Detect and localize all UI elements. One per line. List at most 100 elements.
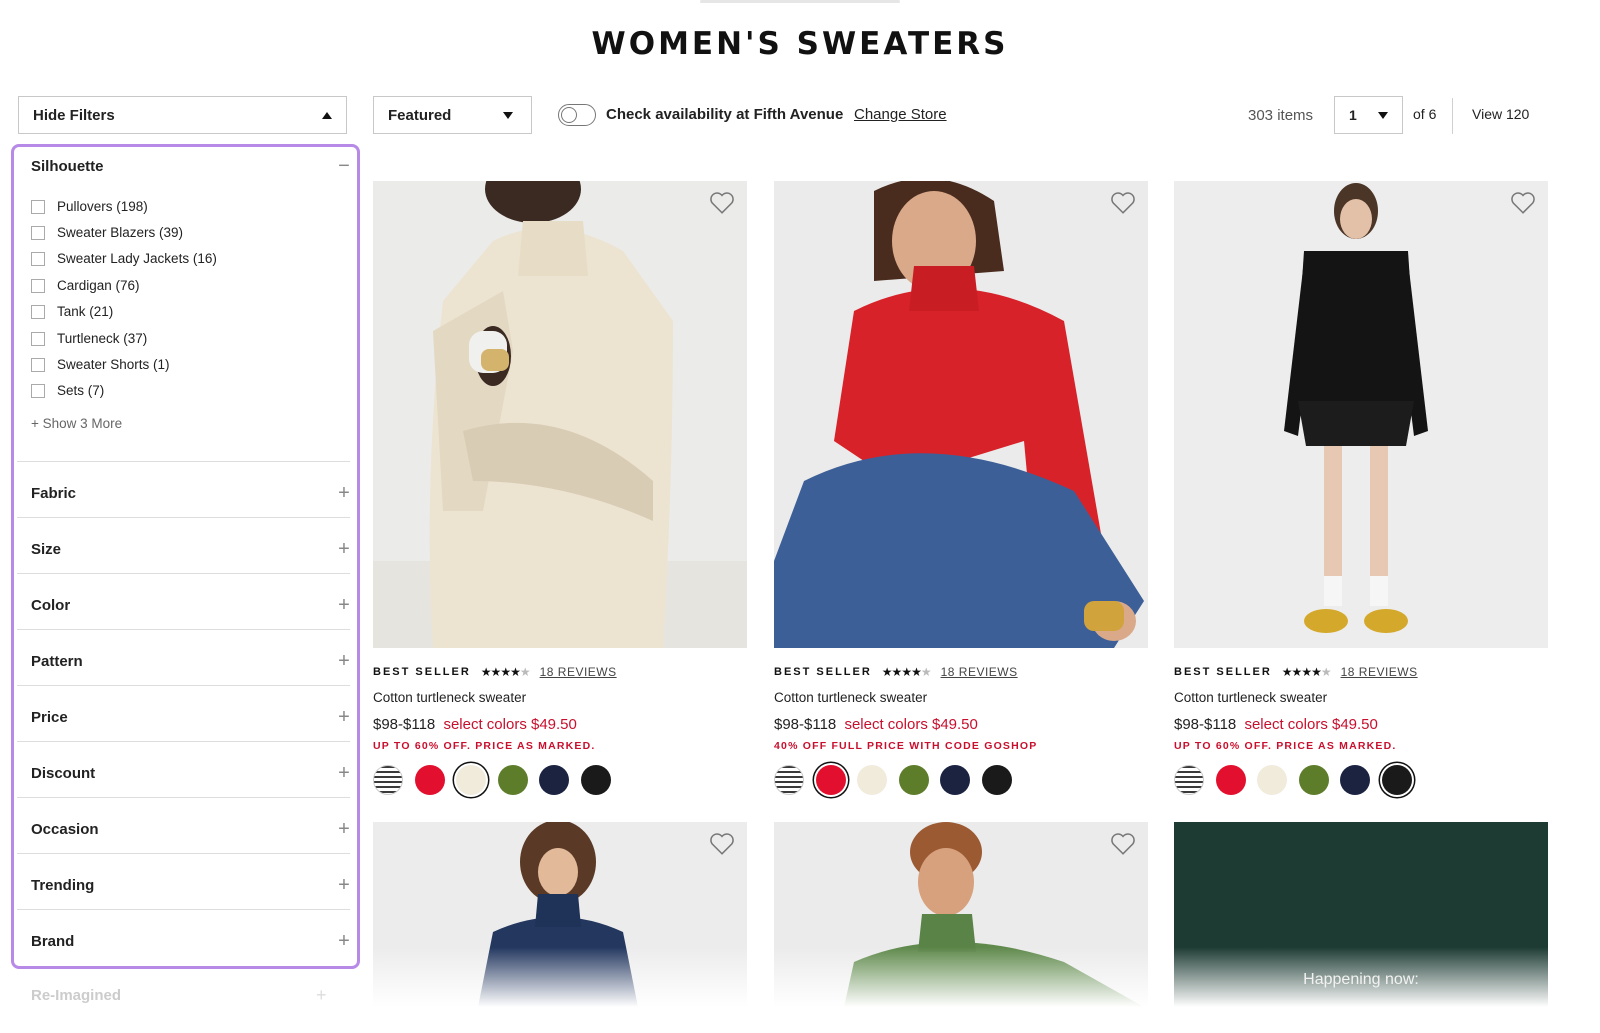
heart-icon[interactable]: [1510, 191, 1536, 215]
checkbox[interactable]: [31, 304, 45, 319]
product-image[interactable]: [373, 822, 747, 1007]
promo-tile[interactable]: Happening now:: [1174, 822, 1548, 1007]
checkbox[interactable]: [31, 225, 45, 240]
best-seller-badge: BEST SELLER: [1174, 666, 1272, 678]
filter-group-label: Color: [31, 596, 71, 614]
sort-select[interactable]: Featured: [373, 96, 532, 134]
best-seller-badge: BEST SELLER: [774, 666, 872, 678]
view-all-link[interactable]: View 120: [1472, 106, 1529, 122]
swatch-ivory[interactable]: [1257, 765, 1287, 795]
price-row: $98-$118 select colors $49.50: [774, 716, 978, 733]
filter-group-occasion[interactable]: Occasion +: [31, 819, 351, 839]
reviews-link[interactable]: 18 REVIEWS: [941, 665, 1018, 679]
swatch-stripe[interactable]: [373, 765, 403, 795]
reviews-link[interactable]: 18 REVIEWS: [540, 665, 617, 679]
product-image[interactable]: [373, 181, 747, 648]
swatch-red[interactable]: [1215, 765, 1246, 795]
filter-divider: [17, 853, 350, 854]
filter-option-sets[interactable]: Sets (7): [31, 383, 104, 398]
product-name[interactable]: Cotton turtleneck sweater: [1174, 690, 1327, 705]
filter-option-sweater-shorts[interactable]: Sweater Shorts (1): [31, 357, 170, 372]
swatch-ivory[interactable]: [456, 765, 486, 795]
reviews-link[interactable]: 18 REVIEWS: [1341, 665, 1418, 679]
availability-label: Check availability at Fifth Avenue: [606, 106, 844, 123]
swatch-red[interactable]: [815, 765, 846, 795]
filter-group-pattern[interactable]: Pattern +: [31, 651, 351, 671]
swatch-stripe[interactable]: [1174, 765, 1204, 795]
checkbox[interactable]: [31, 278, 45, 293]
filter-group-price[interactable]: Price +: [31, 707, 351, 727]
filter-group-fabric[interactable]: Fabric +: [31, 483, 351, 503]
best-seller-badge: BEST SELLER: [373, 666, 471, 678]
filter-group-label: Discount: [31, 764, 96, 782]
swatch-navy[interactable]: [940, 765, 970, 795]
filter-panel: Silhouette − Pullovers (198) Sweater Bla…: [11, 144, 360, 969]
filter-group-discount[interactable]: Discount +: [31, 763, 351, 783]
filter-divider: [17, 629, 350, 630]
checkbox[interactable]: [31, 357, 45, 372]
stars-filled: ★★★★: [881, 665, 922, 679]
toolbar-divider: [1452, 98, 1453, 134]
heart-icon[interactable]: [1110, 832, 1136, 856]
filter-option-sweater-blazers[interactable]: Sweater Blazers (39): [31, 225, 183, 240]
product-name[interactable]: Cotton turtleneck sweater: [373, 690, 526, 705]
filter-divider: [17, 461, 350, 462]
filter-divider: [17, 573, 350, 574]
swatch-red[interactable]: [414, 765, 445, 795]
heart-icon[interactable]: [709, 191, 735, 215]
plus-icon: +: [338, 706, 350, 728]
sale-price: select colors $49.50: [1244, 716, 1378, 733]
filter-group-silhouette[interactable]: Silhouette −: [31, 156, 351, 176]
stars-filled: ★★★★: [480, 665, 521, 679]
filter-option-pullovers[interactable]: Pullovers (198): [31, 199, 148, 214]
price: $98-$118: [373, 716, 436, 733]
plus-icon: +: [338, 650, 350, 672]
swatch-green[interactable]: [497, 765, 528, 795]
caret-down-icon: [503, 111, 513, 119]
show-more-link[interactable]: + Show 3 More: [31, 416, 122, 431]
filter-group-label: Silhouette: [31, 157, 104, 175]
heart-icon[interactable]: [1110, 191, 1136, 215]
checkbox[interactable]: [31, 199, 45, 214]
change-store-link[interactable]: Change Store: [854, 106, 947, 123]
product-name[interactable]: Cotton turtleneck sweater: [774, 690, 927, 705]
filter-group-trending[interactable]: Trending +: [31, 875, 351, 895]
checkbox[interactable]: [31, 383, 45, 398]
items-count: 303 items: [1248, 107, 1314, 124]
plus-icon: +: [338, 874, 350, 896]
store-availability-toggle[interactable]: [558, 104, 596, 126]
filter-option-tank[interactable]: Tank (21): [31, 304, 113, 319]
filter-option-turtleneck[interactable]: Turtleneck (37): [31, 331, 147, 346]
swatch-green[interactable]: [898, 765, 929, 795]
filter-option-lady-jackets[interactable]: Sweater Lady Jackets (16): [31, 251, 217, 266]
filter-group-reimagined[interactable]: Re-Imagined: [31, 987, 121, 1004]
filter-group-color[interactable]: Color +: [31, 595, 351, 615]
star-empty-icon: ★: [519, 665, 531, 679]
swatch-green[interactable]: [1298, 765, 1329, 795]
filter-group-label: Size: [31, 540, 62, 558]
swatch-ivory[interactable]: [857, 765, 887, 795]
swatch-black[interactable]: [580, 765, 611, 795]
promo-text: UP TO 60% OFF. PRICE AS MARKED.: [373, 740, 596, 752]
plus-icon: +: [338, 482, 350, 504]
filter-group-size[interactable]: Size +: [31, 539, 351, 559]
hide-filters-button[interactable]: Hide Filters: [18, 96, 347, 134]
filter-option-label: Sets (7): [57, 383, 105, 398]
product-image[interactable]: [1174, 181, 1548, 648]
swatch-navy[interactable]: [1340, 765, 1370, 795]
page-select[interactable]: 1: [1334, 96, 1403, 134]
checkbox[interactable]: [31, 331, 45, 346]
swatch-stripe[interactable]: [774, 765, 804, 795]
product-meta: BEST SELLER ★★★★★ 18 REVIEWS: [774, 665, 1148, 679]
caret-down-icon: [1378, 111, 1388, 119]
stars-filled: ★★★★: [1281, 665, 1322, 679]
swatch-black[interactable]: [1381, 765, 1412, 795]
heart-icon[interactable]: [709, 832, 735, 856]
product-image[interactable]: [774, 822, 1148, 1007]
product-image[interactable]: [774, 181, 1148, 648]
filter-group-brand[interactable]: Brand +: [31, 931, 351, 951]
checkbox[interactable]: [31, 251, 45, 266]
swatch-black[interactable]: [981, 765, 1012, 795]
filter-option-cardigan[interactable]: Cardigan (76): [31, 278, 140, 293]
swatch-navy[interactable]: [539, 765, 569, 795]
